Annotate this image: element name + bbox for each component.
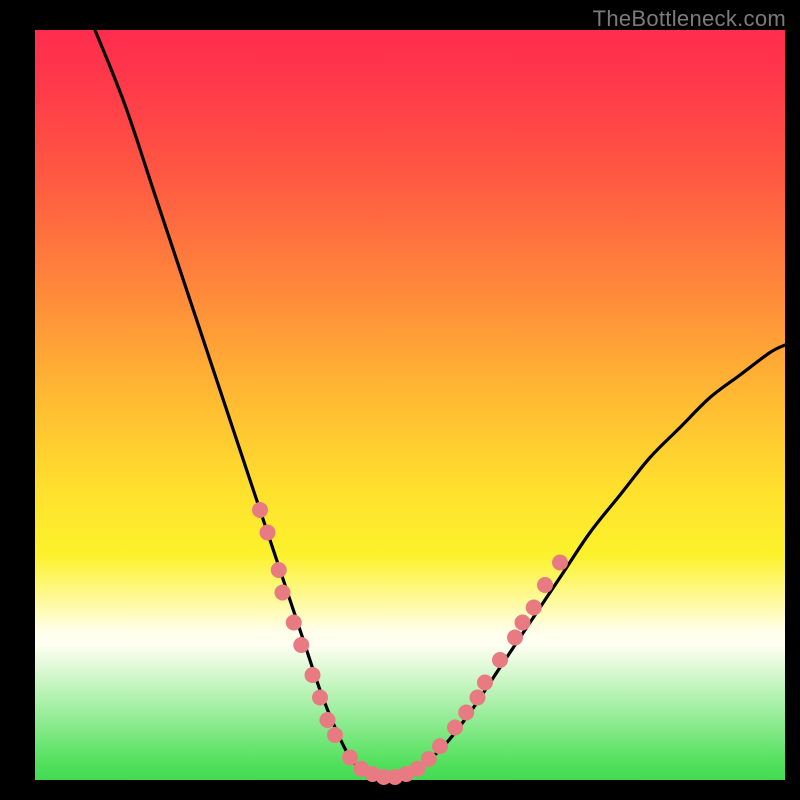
curve-marker <box>552 555 568 571</box>
curve-marker <box>260 525 276 541</box>
curve-marker <box>526 600 542 616</box>
plot-area <box>35 30 785 780</box>
curve-marker <box>477 675 493 691</box>
curve-marker <box>537 577 553 593</box>
watermark-text: TheBottleneck.com <box>593 6 786 32</box>
curve-marker <box>293 637 309 653</box>
curve-marker <box>320 712 336 728</box>
curve-marker <box>507 630 523 646</box>
curve-marker <box>421 751 437 767</box>
curve-marker <box>312 690 328 706</box>
curve-marker <box>458 705 474 721</box>
curve-marker <box>275 585 291 601</box>
curve-marker <box>252 502 268 518</box>
curve-marker <box>305 667 321 683</box>
curve-layer <box>35 30 785 780</box>
curve-marker <box>447 720 463 736</box>
bottleneck-curve <box>95 30 785 781</box>
curve-marker <box>271 562 287 578</box>
curve-marker <box>470 690 486 706</box>
curve-marker <box>492 652 508 668</box>
curve-marker <box>327 727 343 743</box>
curve-marker <box>432 738 448 754</box>
chart-frame: TheBottleneck.com <box>0 0 800 800</box>
curve-marker <box>286 615 302 631</box>
curve-path-group <box>95 30 785 781</box>
curve-marker <box>515 615 531 631</box>
curve-markers <box>252 502 568 785</box>
